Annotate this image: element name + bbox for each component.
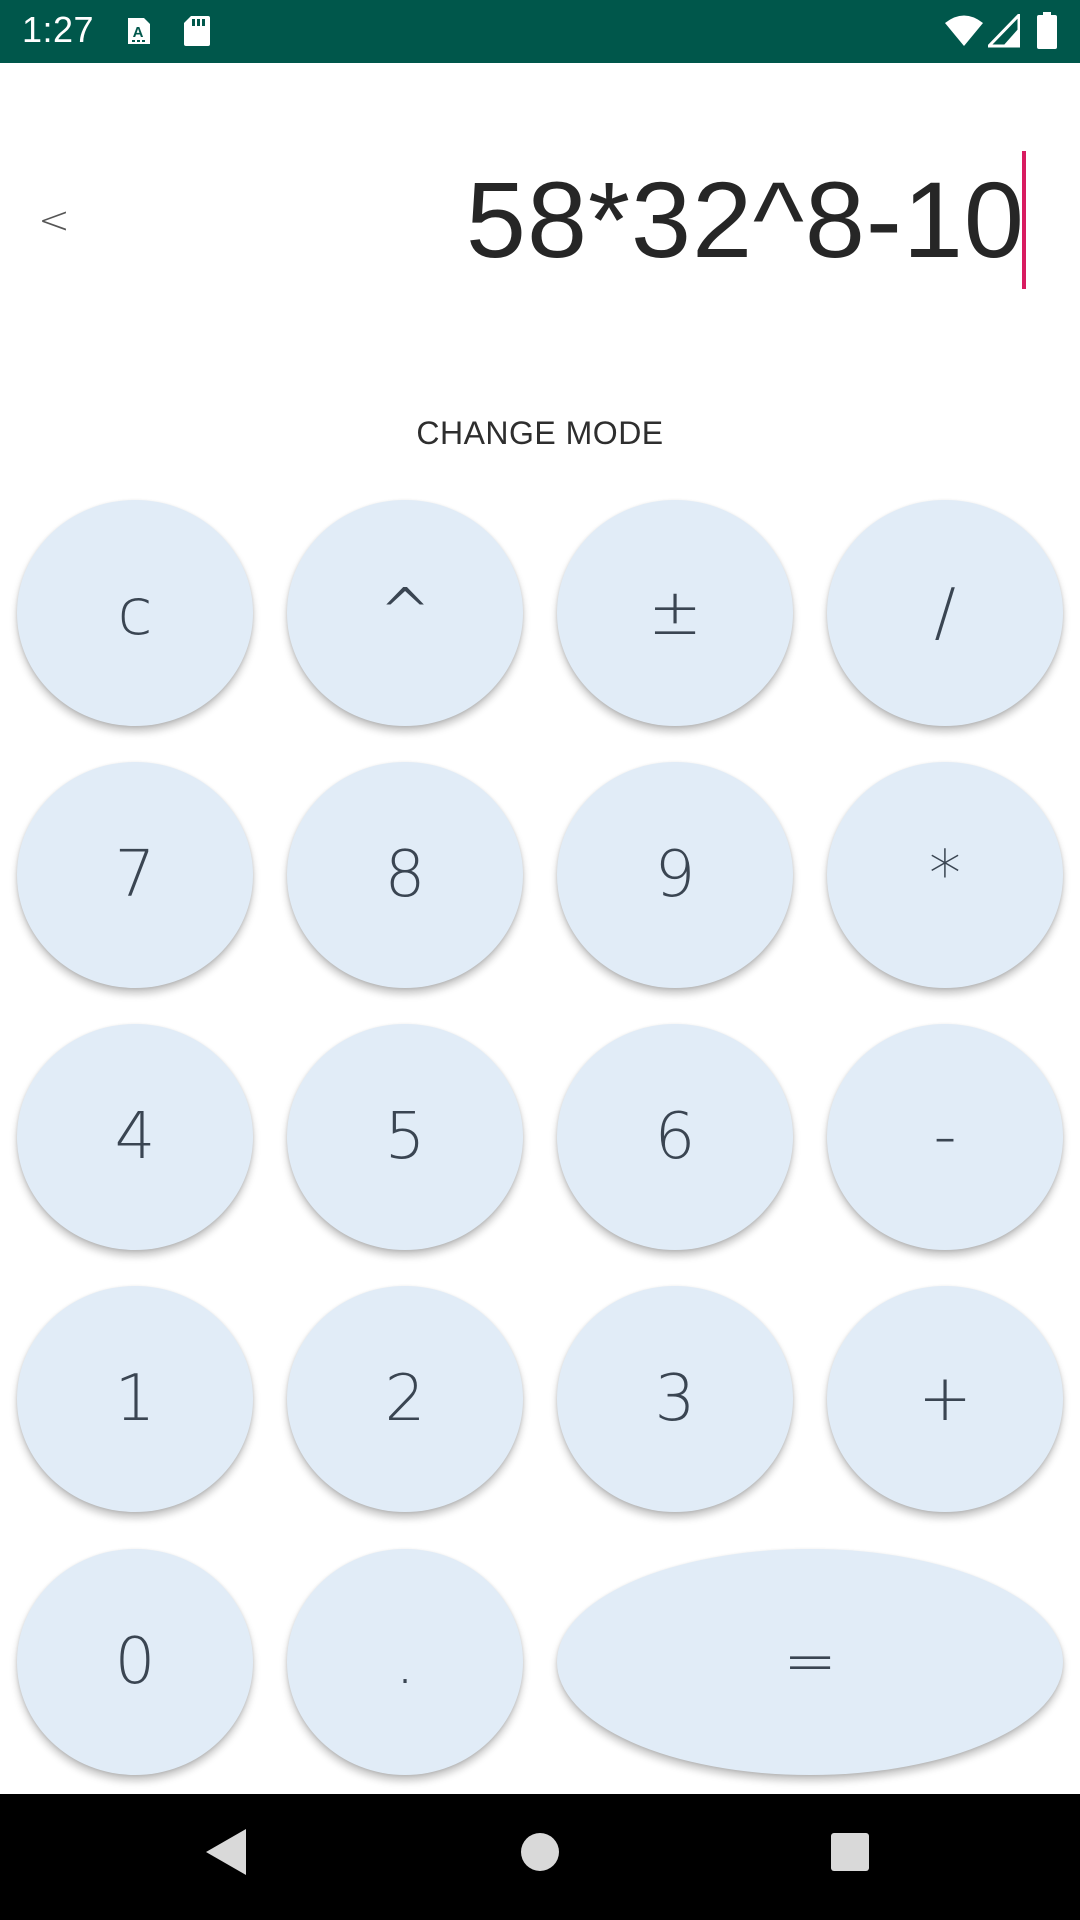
equals-key[interactable]: = [557,1549,1063,1775]
clear-key[interactable]: c [17,500,253,726]
power-key[interactable]: ^ [287,500,523,726]
back-button[interactable]: < [34,195,74,245]
change-mode-button[interactable]: CHANGE MODE [0,408,1080,458]
back-nav-icon[interactable] [204,1827,248,1882]
signal-icon [985,11,1021,53]
minus-key[interactable]: - [827,1024,1063,1250]
digit-3-key[interactable]: 3 [557,1286,793,1512]
digit-0-key[interactable]: 0 [17,1549,253,1775]
sd-card-icon [183,15,211,52]
status-time: 1:27 [22,9,95,50]
digit-9-key[interactable]: 9 [557,762,793,988]
digit-2-key[interactable]: 2 [287,1286,523,1512]
decimal-key[interactable]: . [287,1549,523,1775]
digit-4-key[interactable]: 4 [17,1024,253,1250]
home-nav-icon[interactable] [519,1831,561,1878]
status-bar: 1:27 A [0,0,1080,63]
svg-text:A: A [133,24,144,41]
navigation-bar [0,1794,1080,1920]
multiply-key[interactable]: * [827,762,1063,988]
negate-key[interactable]: ± [557,500,793,726]
battery-icon [1036,12,1058,55]
digit-7-key[interactable]: 7 [17,762,253,988]
plus-key[interactable]: + [827,1286,1063,1512]
digit-6-key[interactable]: 6 [557,1024,793,1250]
sim-a-icon: A [126,16,152,51]
digit-5-key[interactable]: 5 [287,1024,523,1250]
digit-8-key[interactable]: 8 [287,762,523,988]
expression-display[interactable]: 58*32^8-10 [466,160,1025,280]
divide-key[interactable]: / [827,500,1063,726]
wifi-icon [944,14,984,53]
recents-nav-icon[interactable] [830,1832,870,1877]
digit-1-key[interactable]: 1 [17,1286,253,1512]
text-cursor [1022,151,1026,289]
